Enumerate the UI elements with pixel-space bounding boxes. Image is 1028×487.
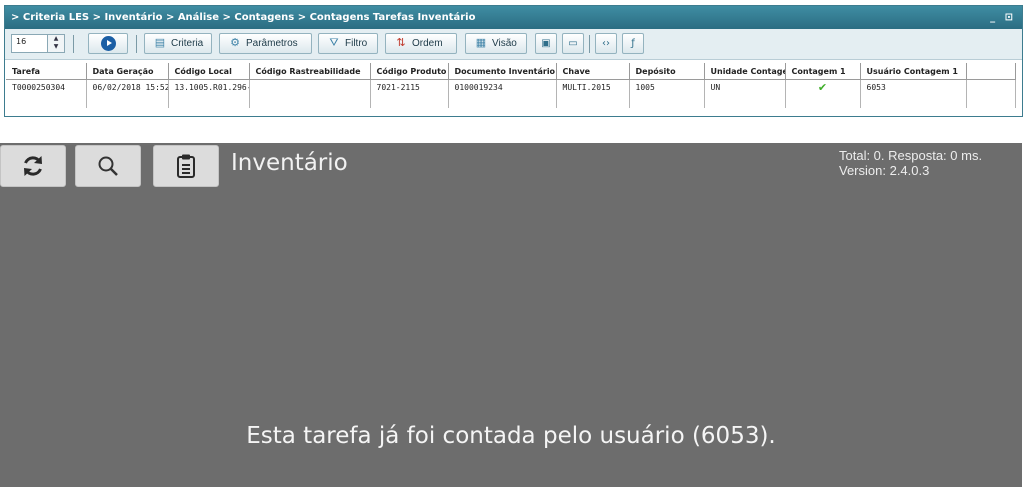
status-info: Total: 0. Resposta: 0 ms. Version: 2.4.0… <box>839 148 982 178</box>
filtro-button[interactable]: ⛛ Filtro <box>318 33 378 54</box>
toolbar: 16 ▲ ▼ ▤ Criteria ⚙ Parâmetros ⛛ Filtro ⇅… <box>5 29 1022 60</box>
column-header[interactable]: Código Local <box>168 63 250 80</box>
table-cell-empty <box>966 79 1016 94</box>
ordem-button[interactable]: ⇅ Ordem <box>385 33 457 54</box>
table-cell <box>249 79 371 94</box>
column-header[interactable]: Código Rastreabilidade <box>249 63 371 80</box>
results-table: Tarefa Data Geração Código Local Código … <box>6 63 1016 108</box>
column-header[interactable]: Chave <box>556 63 630 80</box>
table-row[interactable]: T0000250304 06/02/2018 15:52: 13.1005.R0… <box>6 79 1016 94</box>
status-total: Total: 0. Resposta: 0 ms. <box>839 148 983 163</box>
table-cell: 6053 <box>860 79 967 94</box>
table-cell: MULTI.2015 <box>556 79 630 94</box>
visao-label: Visão <box>492 38 517 49</box>
search-icon <box>98 156 118 176</box>
sort-icon: ⇅ <box>396 37 406 49</box>
task-counted-message: Esta tarefa já foi contada pelo usuário … <box>246 423 776 449</box>
clipboard-icon <box>177 154 195 178</box>
column-header[interactable]: Unidade Contagem <box>704 63 786 80</box>
export-button[interactable]: ▣ <box>535 33 557 54</box>
page-title: Inventário <box>231 150 348 176</box>
column-header[interactable]: Data Geração <box>86 63 169 80</box>
table-cell: 7021-2115 <box>370 79 449 94</box>
code-icon: ‹› <box>602 38 610 49</box>
parametros-label: Parâmetros <box>246 38 298 49</box>
criteria-icon: ▤ <box>154 37 166 49</box>
column-header-empty <box>966 63 1016 80</box>
function-button[interactable]: ƒ <box>622 33 644 54</box>
ordem-label: Ordem <box>412 38 443 49</box>
parameters-icon: ⚙ <box>230 37 240 49</box>
table-cell: 1005 <box>629 79 705 94</box>
right-edge-strip <box>1022 143 1028 487</box>
checkmark-icon: ✔ <box>817 80 828 94</box>
table-header-row: Tarefa Data Geração Código Local Código … <box>6 63 1016 80</box>
filtro-label: Filtro <box>345 38 368 49</box>
table-cell: T0000250304 <box>6 79 87 94</box>
refresh-icon <box>24 156 42 176</box>
refresh-button[interactable] <box>0 145 66 187</box>
table-cell-check: ✔ <box>785 79 861 94</box>
export-icon: ▣ <box>541 38 551 49</box>
status-version: Version: 2.4.0.3 <box>839 163 930 178</box>
toolbar-divider <box>73 35 74 53</box>
column-header[interactable]: Código Produto <box>370 63 449 80</box>
function-icon: ƒ <box>631 38 635 49</box>
criteria-button[interactable]: ▤ Criteria <box>144 33 212 54</box>
breadcrumb-titlebar: > Criteria LES > Inventário > Análise > … <box>5 6 1022 29</box>
criteria-label: Criteria <box>171 38 204 49</box>
page-size-value: 16 <box>16 37 27 46</box>
mobile-screen: Inventário Total: 0. Resposta: 0 ms. Ver… <box>0 143 1022 487</box>
table-row-empty <box>6 94 1016 108</box>
go-button[interactable] <box>88 33 128 54</box>
column-header[interactable]: Documento Inventário <box>448 63 557 80</box>
save-icon: ▭ <box>568 38 578 49</box>
table-cell: 13.1005.R01.296- <box>168 79 250 94</box>
breadcrumb: > Criteria LES > Inventário > Análise > … <box>11 12 476 23</box>
page-size-stepper[interactable]: 16 ▲ ▼ <box>11 34 65 53</box>
stepper-arrows-icon[interactable]: ▲ ▼ <box>47 35 64 52</box>
search-button[interactable] <box>75 145 141 187</box>
filter-icon: ⛛ <box>329 37 339 49</box>
table-cell: 0100019234 <box>448 79 557 94</box>
column-header[interactable]: Tarefa <box>6 63 87 80</box>
table-cell: UN <box>704 79 786 94</box>
save-button[interactable]: ▭ <box>562 33 584 54</box>
view-icon: ▦ <box>475 37 487 49</box>
toolbar-divider <box>136 35 137 53</box>
parametros-button[interactable]: ⚙ Parâmetros <box>219 33 312 54</box>
window-controls[interactable]: _ ⊡ <box>990 6 1016 29</box>
visao-button[interactable]: ▦ Visão <box>465 33 527 54</box>
column-header[interactable]: Contagem 1 <box>785 63 861 80</box>
column-header[interactable]: Depósito <box>629 63 705 80</box>
table-cell: 06/02/2018 15:52: <box>86 79 169 94</box>
code-button[interactable]: ‹› <box>595 33 617 54</box>
go-icon <box>101 36 116 51</box>
clipboard-button[interactable] <box>153 145 219 187</box>
column-header[interactable]: Usuário Contagem 1 <box>860 63 967 80</box>
toolbar-divider <box>589 35 590 53</box>
